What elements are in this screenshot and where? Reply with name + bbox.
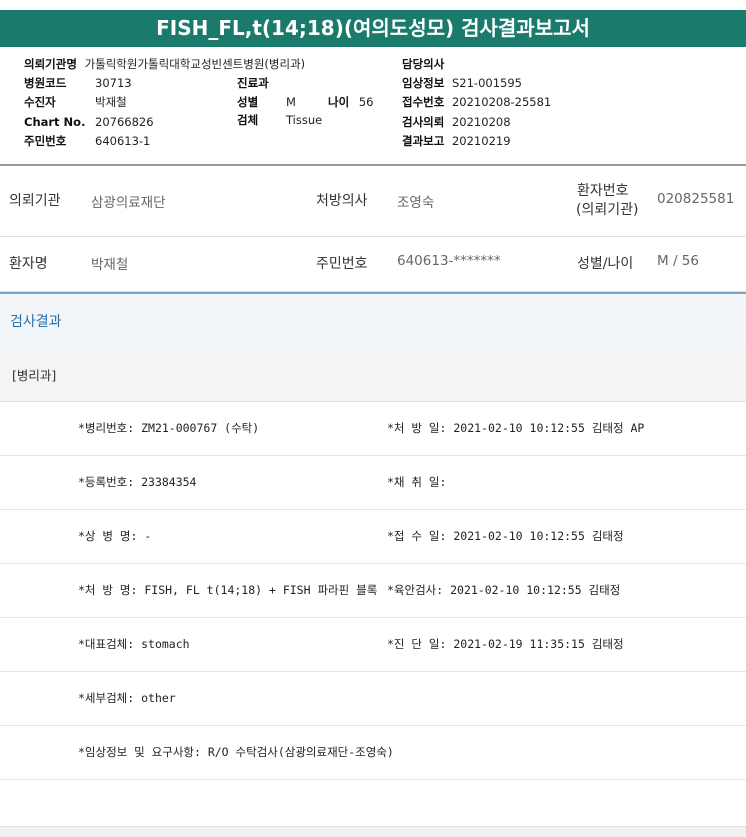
clinical-info-label: 임상정보 bbox=[402, 76, 445, 90]
result-row: *병리번호: ZM21-000767 (수탁) *처 방 일: 2021-02-1… bbox=[0, 402, 746, 456]
result-row: *대표검체: stomach *진 단 일: 2021-02-19 11:35:1… bbox=[0, 618, 746, 672]
request-date-value: 20210208 bbox=[451, 115, 511, 129]
presc-value: 조영숙 bbox=[397, 195, 435, 211]
hospital-code-label: 병원코드 bbox=[24, 76, 67, 90]
receipt-no-value: 20210208-25581 bbox=[451, 95, 552, 109]
chart-no-label: Chart No. bbox=[24, 115, 86, 129]
sexage-value: M / 56 bbox=[657, 253, 699, 269]
result-left-text: *등록번호: 23384354 bbox=[78, 475, 197, 489]
clinical-info-value: S21-001595 bbox=[451, 76, 522, 90]
result-left-text: *세부검체: other bbox=[78, 691, 176, 705]
request-date-label: 검사의뢰 bbox=[402, 115, 445, 129]
result-row-empty bbox=[0, 780, 746, 824]
name-value: 박재철 bbox=[91, 257, 129, 273]
specimen-label: 검체 bbox=[237, 113, 259, 127]
dept-label: 진료과 bbox=[237, 76, 269, 90]
result-row: *상 병 명: - *접 수 일: 2021-02-10 10:12:55 김태정 bbox=[0, 510, 746, 564]
report-header: 의뢰기관명 가톨릭학원가톨릭대학교성빈센트병원(병리과) 담당의사 병원코드 3… bbox=[0, 47, 746, 165]
result-row: *세부검체: other bbox=[0, 672, 746, 726]
section-title: 검사결과 bbox=[10, 314, 62, 330]
inst-label: 의뢰기관 bbox=[9, 193, 61, 209]
result-row: *처 방 명: FISH, FL t(14;18) + FISH 파라핀 블록 *… bbox=[0, 564, 746, 618]
footer-bar bbox=[0, 826, 746, 837]
inst-value: 삼광의료재단 bbox=[91, 195, 166, 211]
specimen-value: Tissue bbox=[286, 113, 323, 127]
hospital-code-value: 30713 bbox=[95, 76, 132, 90]
dept-field: 진료과 bbox=[237, 75, 269, 91]
clinical-info-field: 임상정보 S21-001595 bbox=[402, 75, 522, 91]
rrn-value: 640613-1 bbox=[95, 134, 151, 148]
doctor-label: 담당의사 bbox=[402, 57, 445, 71]
institution-label: 의뢰기관명 bbox=[24, 57, 77, 71]
patient-value: 박재철 bbox=[95, 95, 127, 109]
rrn-info-value: 640613-******* bbox=[397, 253, 501, 269]
report-title: FISH_FL,t(14;18)(여의도성모) 검사결과보고서 bbox=[0, 10, 746, 47]
department-row: [병리과] bbox=[0, 347, 746, 402]
sex-label: 성별 bbox=[237, 95, 259, 109]
name-label: 환자명 bbox=[9, 256, 48, 272]
result-row: *임상정보 및 요구사항: R/O 수탁검사(삼광의료재단-조영숙) bbox=[0, 726, 746, 780]
result-right-text: *처 방 일: 2021-02-10 10:12:55 김태정 AP bbox=[387, 421, 645, 435]
report-date-label: 결과보고 bbox=[402, 134, 445, 148]
report-date-value: 20210219 bbox=[451, 134, 511, 148]
result-left-text: *상 병 명: - bbox=[78, 529, 152, 543]
result-left-text: *처 방 명: FISH, FL t(14;18) + FISH 파라핀 블록 bbox=[78, 583, 378, 597]
rrn-label: 주민번호 bbox=[24, 134, 67, 148]
pid-label-sub: (의뢰기관) bbox=[576, 202, 639, 218]
pid-label: 환자번호 bbox=[577, 183, 629, 199]
doctor-field: 담당의사 bbox=[402, 56, 444, 72]
result-right-text: *채 취 일: bbox=[387, 475, 447, 489]
result-right-text: *접 수 일: 2021-02-10 10:12:55 김태정 bbox=[387, 529, 624, 543]
age-label: 나이 bbox=[328, 95, 350, 109]
result-right-text: *진 단 일: 2021-02-19 11:35:15 김태정 bbox=[387, 637, 624, 651]
institution-value: 가톨릭학원가톨릭대학교성빈센트병원(병리과) bbox=[84, 57, 306, 71]
section-results-header: 검사결과 bbox=[0, 292, 746, 349]
result-left-text: *병리번호: ZM21-000767 (수탁) bbox=[78, 421, 260, 435]
info-row-institution: 의뢰기관 삼광의료재단 처방의사 조영숙 환자번호 (의뢰기관) 0208255… bbox=[0, 170, 746, 237]
header-divider bbox=[0, 164, 746, 166]
age-value: 56 bbox=[358, 95, 374, 109]
result-left-text: *임상정보 및 요구사항: R/O 수탁검사(삼광의료재단-조영숙) bbox=[78, 745, 394, 759]
sexage-label: 성별/나이 bbox=[577, 256, 634, 272]
chart-no-value: 20766826 bbox=[95, 115, 154, 129]
institution-field: 의뢰기관명 가톨릭학원가톨릭대학교성빈센트병원(병리과) bbox=[24, 56, 305, 72]
result-row: *등록번호: 23384354 *채 취 일: bbox=[0, 456, 746, 510]
result-right-text: *육안검사: 2021-02-10 10:12:55 김태정 bbox=[387, 583, 621, 597]
rrn-info-label: 주민번호 bbox=[316, 256, 368, 272]
sex-value: M bbox=[286, 95, 296, 109]
pid-value: 020825581 bbox=[657, 191, 735, 207]
info-row-patient: 환자명 박재철 주민번호 640613-******* 성별/나이 M / 56 bbox=[0, 237, 746, 292]
department-label: [병리과] bbox=[12, 368, 57, 383]
presc-label: 처방의사 bbox=[316, 193, 368, 209]
hospital-code-field: 병원코드 bbox=[24, 75, 66, 91]
patient-label: 수진자 bbox=[24, 95, 56, 109]
receipt-no-label: 접수번호 bbox=[402, 95, 445, 109]
result-left-text: *대표검체: stomach bbox=[78, 637, 190, 651]
